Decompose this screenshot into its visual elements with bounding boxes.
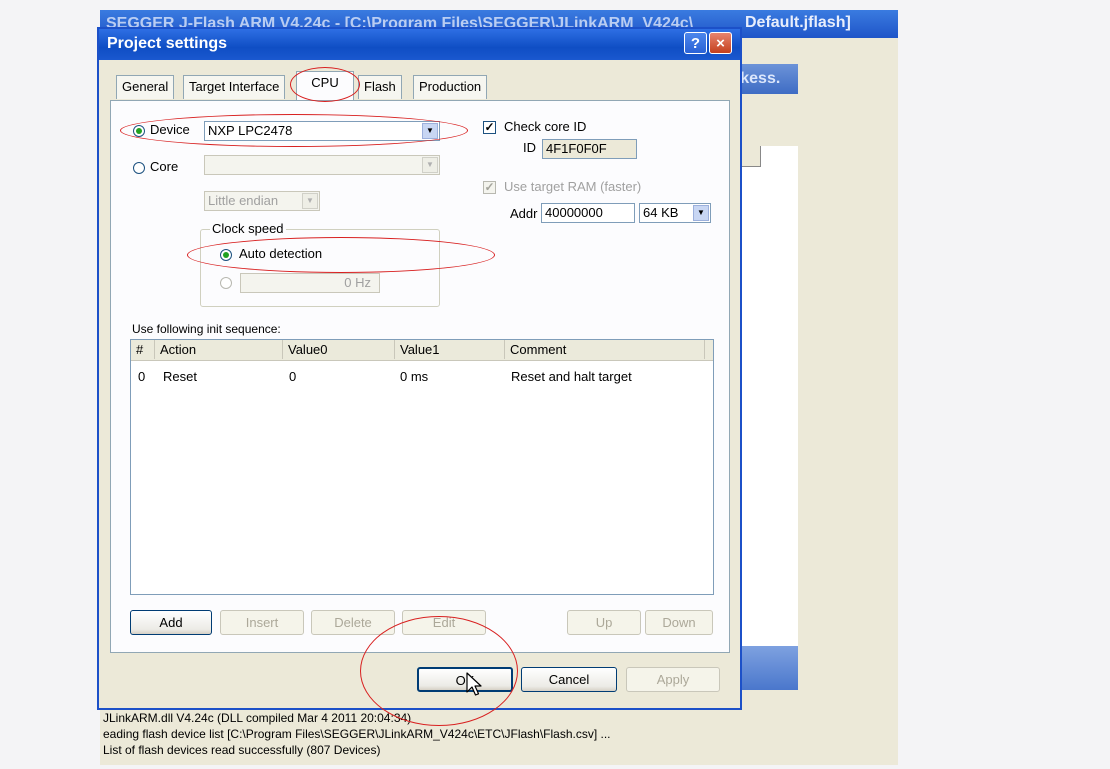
insert-button[interactable]: Insert xyxy=(220,610,304,635)
endian-select-value: Little endian xyxy=(208,193,279,208)
check-core-id-checkbox[interactable]: ✓ xyxy=(483,121,496,134)
column-header-action[interactable]: Action xyxy=(155,340,283,359)
add-button[interactable]: Add xyxy=(130,610,212,635)
table-cell: 0 ms xyxy=(400,369,429,384)
manual-speed-value: 0 xyxy=(344,275,352,290)
ram-address-value: 40000000 xyxy=(545,205,603,220)
tab-flash[interactable]: Flash xyxy=(358,75,402,99)
addr-label: Addr xyxy=(510,206,538,221)
init-sequence-label: Use following init sequence: xyxy=(132,322,281,336)
use-target-ram-checkbox[interactable]: ✓ xyxy=(483,181,496,194)
chevron-down-icon[interactable]: ▼ xyxy=(422,157,438,173)
core-id-value: 4F1F0F0F xyxy=(546,141,607,156)
init-sequence-header: # Action Value0 Value1 Comment xyxy=(131,340,713,361)
log-line: JLinkARM.dll V4.24c (DLL compiled Mar 4 … xyxy=(103,711,412,725)
manual-speed-field[interactable]: 0 Hz xyxy=(240,273,380,293)
ram-size-select[interactable]: 64 KB ▼ xyxy=(639,203,711,223)
core-id-field: 4F1F0F0F xyxy=(542,139,637,159)
table-cell: Reset xyxy=(163,369,197,384)
log-line: eading flash device list [C:\Program Fil… xyxy=(103,727,611,741)
tab-target-interface[interactable]: Target Interface xyxy=(183,75,286,99)
column-header-comment[interactable]: Comment xyxy=(505,340,705,359)
annotation-ellipse-ok xyxy=(360,616,518,726)
manual-speed-unit: Hz xyxy=(355,275,371,290)
table-cell: Reset and halt target xyxy=(511,369,632,384)
annotation-ellipse-cpu-tab xyxy=(290,67,360,102)
check-core-id-label: Check core ID xyxy=(504,119,587,134)
use-target-ram-label: Use target RAM (faster) xyxy=(504,179,642,194)
id-label: ID xyxy=(523,140,536,155)
clock-speed-label: Clock speed xyxy=(210,221,286,236)
annotation-ellipse-auto-detection xyxy=(187,237,495,273)
core-radio[interactable] xyxy=(133,162,145,174)
core-select[interactable]: ▼ xyxy=(204,155,440,175)
table-cell: 0 xyxy=(138,369,146,384)
jflash-title-right: Default.jflash] xyxy=(745,14,851,31)
table-cell: 0 xyxy=(289,369,297,384)
apply-button[interactable]: Apply xyxy=(626,667,720,692)
ram-address-field[interactable]: 40000000 xyxy=(541,203,635,223)
tab-general[interactable]: General xyxy=(116,75,175,99)
column-header-index[interactable]: # xyxy=(131,340,155,359)
column-header-value0[interactable]: Value0 xyxy=(283,340,395,359)
chevron-down-icon[interactable]: ▼ xyxy=(693,205,709,221)
tab-production[interactable]: Production xyxy=(413,75,488,99)
column-header-value1[interactable]: Value1 xyxy=(395,340,505,359)
help-button[interactable]: ? xyxy=(684,32,707,54)
dialog-title: Project settings xyxy=(107,35,228,52)
annotation-ellipse-device xyxy=(120,114,468,147)
cancel-button[interactable]: Cancel xyxy=(521,667,617,692)
manual-speed-radio[interactable] xyxy=(220,277,232,289)
endian-select[interactable]: Little endian ▼ xyxy=(204,191,320,211)
log-line: List of flash devices read successfully … xyxy=(103,743,381,757)
up-button[interactable]: Up xyxy=(567,610,641,635)
close-button[interactable]: × xyxy=(709,32,732,54)
chevron-down-icon[interactable]: ▼ xyxy=(302,193,318,209)
core-label: Core xyxy=(150,159,179,174)
down-button[interactable]: Down xyxy=(645,610,713,635)
ram-size-value: 64 KB xyxy=(643,205,679,220)
